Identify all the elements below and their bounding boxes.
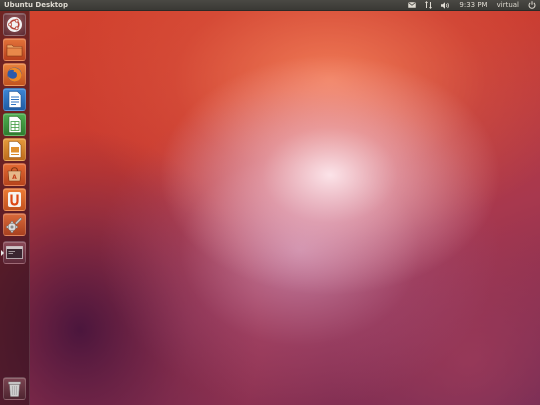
desktop-wallpaper[interactable] bbox=[0, 0, 540, 405]
indicator-area: 9:33 PM virtual bbox=[399, 0, 540, 11]
svg-text:A: A bbox=[12, 174, 17, 181]
launcher-item-firefox[interactable] bbox=[3, 63, 26, 86]
launcher-item-libreoffice-impress[interactable] bbox=[3, 138, 26, 161]
libreoffice-impress-icon bbox=[8, 141, 22, 158]
launcher-item-libreoffice-writer[interactable] bbox=[3, 88, 26, 111]
speaker-icon[interactable] bbox=[441, 0, 450, 11]
launcher-item-ubuntu-one[interactable] bbox=[3, 188, 26, 211]
dash-home-icon bbox=[6, 16, 23, 33]
firefox-icon bbox=[6, 66, 23, 83]
launcher-item-libreoffice-calc[interactable] bbox=[3, 113, 26, 136]
messaging-envelope-icon[interactable] bbox=[408, 0, 417, 11]
software-center-icon: A bbox=[6, 167, 23, 182]
desktop-screen: Ubuntu Desktop 9:33 PM virtual A bbox=[0, 0, 540, 405]
top-panel: Ubuntu Desktop 9:33 PM virtual bbox=[0, 0, 540, 11]
clock-label[interactable]: 9:33 PM bbox=[459, 0, 487, 11]
libreoffice-calc-icon bbox=[8, 116, 22, 133]
files-folder-icon bbox=[6, 43, 23, 57]
launcher-item-workspace-switcher[interactable] bbox=[1, 241, 26, 264]
launcher-item-software-center[interactable]: A bbox=[3, 163, 26, 186]
network-arrows-icon[interactable] bbox=[425, 0, 433, 11]
workspace-switcher-icon bbox=[6, 246, 23, 259]
active-pip-icon bbox=[1, 250, 4, 256]
system-settings-icon bbox=[6, 216, 23, 233]
launcher-item-system-settings[interactable] bbox=[3, 213, 26, 236]
launcher-item-files[interactable] bbox=[3, 38, 26, 61]
unity-launcher: A bbox=[0, 11, 30, 405]
launcher-item-dash-home[interactable] bbox=[3, 13, 26, 36]
libreoffice-writer-icon bbox=[8, 91, 22, 108]
trash-icon bbox=[8, 381, 21, 397]
launcher-item-trash[interactable] bbox=[3, 377, 26, 400]
active-window-title: Ubuntu Desktop bbox=[4, 0, 68, 9]
user-name-label[interactable]: virtual bbox=[497, 0, 519, 11]
power-icon[interactable] bbox=[528, 0, 536, 11]
ubuntu-one-icon bbox=[7, 191, 22, 208]
